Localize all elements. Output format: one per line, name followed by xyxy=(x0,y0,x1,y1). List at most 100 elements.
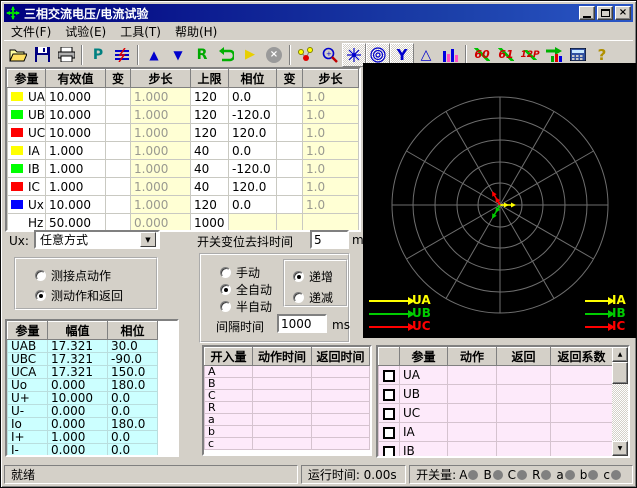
var2-cell[interactable] xyxy=(277,124,303,142)
undo-button[interactable] xyxy=(214,43,238,67)
radio-contact-action[interactable]: 测接点动作 xyxy=(35,267,111,284)
limit-cell[interactable]: 40 xyxy=(191,178,229,196)
rms-cell[interactable]: 10.000 xyxy=(46,196,106,214)
rms-cell[interactable]: 1.000 xyxy=(46,160,106,178)
limit-cell[interactable]: 120 xyxy=(191,196,229,214)
chevron-down-icon[interactable]: ▼ xyxy=(140,232,156,247)
ux-select-value: 任意方式 xyxy=(38,231,140,248)
scroll-thumb[interactable] xyxy=(612,362,628,384)
rms-cell[interactable]: 1.000 xyxy=(46,142,106,160)
step-up-button[interactable]: ▲ xyxy=(142,43,166,67)
close-button[interactable]: × xyxy=(615,6,631,20)
limit-cell[interactable]: 120 xyxy=(191,124,229,142)
radio-manual[interactable]: 手动 xyxy=(220,264,260,281)
start-button[interactable]: ▶ xyxy=(238,43,262,67)
switch-indicator-a xyxy=(468,470,478,480)
menu-tools[interactable]: 工具(T) xyxy=(113,22,168,41)
switch-indicator-c2 xyxy=(611,470,621,480)
var2-cell[interactable] xyxy=(277,88,303,106)
maximize-button[interactable] xyxy=(597,6,613,20)
vertical-scrollbar[interactable]: ▲ ▼ xyxy=(612,347,628,456)
step-down-button[interactable]: ▼ xyxy=(166,43,190,67)
minimize-button[interactable] xyxy=(579,6,595,20)
phase-cell[interactable]: 120.0 xyxy=(229,124,277,142)
col-step: 步长 xyxy=(131,70,191,88)
interval-input[interactable] xyxy=(277,314,327,333)
arrow-icon xyxy=(369,313,409,315)
rays-icon xyxy=(346,47,362,63)
limit-cell[interactable]: 1000 xyxy=(191,214,229,232)
limit-cell[interactable]: 120 xyxy=(191,88,229,106)
app-window: 三相交流电压/电流试验 × 文件(F) 试验(E) 工具(T) 帮助(H) P … xyxy=(0,0,637,488)
checkbox[interactable] xyxy=(383,389,395,401)
var-cell[interactable] xyxy=(106,124,131,142)
phase-cell[interactable]: 0.0 xyxy=(229,142,277,160)
radio-action-return[interactable]: 测动作和返回 xyxy=(35,287,123,304)
app-icon xyxy=(6,6,20,20)
limit-cell[interactable]: 40 xyxy=(191,160,229,178)
var2-cell[interactable] xyxy=(277,178,303,196)
rms-cell[interactable]: 10.000 xyxy=(46,106,106,124)
ux-select[interactable]: 任意方式 ▼ xyxy=(34,230,160,249)
radio-increase[interactable]: 递增 xyxy=(293,268,333,285)
radio-icon xyxy=(220,301,231,312)
menu-file[interactable]: 文件(F) xyxy=(4,22,58,41)
limit-cell[interactable]: 120 xyxy=(191,106,229,124)
checkbox[interactable] xyxy=(383,446,395,458)
phase-cell[interactable]: -120.0 xyxy=(229,106,277,124)
var2-cell[interactable] xyxy=(277,196,303,214)
return-time-cell xyxy=(312,366,370,378)
var-cell[interactable] xyxy=(106,178,131,196)
var2-cell[interactable] xyxy=(277,106,303,124)
open-button[interactable] xyxy=(6,43,30,67)
var-cell[interactable] xyxy=(106,142,131,160)
checkbox[interactable] xyxy=(383,408,395,420)
color-swatch xyxy=(11,128,23,137)
interval-label: 间隔时间 xyxy=(216,318,264,335)
var-cell[interactable] xyxy=(106,106,131,124)
rms-cell[interactable]: 10.000 xyxy=(46,124,106,142)
rms-cell[interactable]: 1.000 xyxy=(46,178,106,196)
61-icon: 61 xyxy=(498,48,513,61)
stop-button[interactable]: × xyxy=(262,43,286,67)
phase-cell[interactable]: 0.0 xyxy=(229,88,277,106)
param-settings-button[interactable]: P xyxy=(86,43,110,67)
phase-cell[interactable]: 0.0 xyxy=(229,196,277,214)
menu-help[interactable]: 帮助(H) xyxy=(168,22,224,41)
radio-decrease[interactable]: 递减 xyxy=(293,289,333,306)
col-phase: 相位 xyxy=(229,70,277,88)
scroll-down-button[interactable]: ▼ xyxy=(612,441,628,456)
pstep-cell: 1.0 xyxy=(303,106,359,124)
phase-seq-button[interactable] xyxy=(110,43,134,67)
limit-cell[interactable]: 40 xyxy=(191,142,229,160)
print-button[interactable] xyxy=(54,43,78,67)
phase-cell[interactable]: -120.0 xyxy=(229,160,277,178)
var-cell[interactable] xyxy=(106,160,131,178)
var-cell[interactable] xyxy=(106,214,131,232)
checkbox[interactable] xyxy=(383,370,395,382)
status-switches: 开关量: A B C R a b c xyxy=(409,465,633,484)
save-button[interactable] xyxy=(30,43,54,67)
var2-cell[interactable] xyxy=(277,142,303,160)
zoom-button[interactable]: + xyxy=(318,43,342,67)
radio-full-auto[interactable]: 全自动 xyxy=(220,281,272,298)
legend-ub: UB xyxy=(369,308,431,319)
rms-cell[interactable]: 10.000 xyxy=(46,88,106,106)
var-cell[interactable] xyxy=(106,88,131,106)
rms-cell[interactable]: 50.000 xyxy=(46,214,106,232)
vector-diagram-button[interactable] xyxy=(294,43,318,67)
checkbox[interactable] xyxy=(383,427,395,439)
measure-row: I-0.0000.0 xyxy=(8,444,158,457)
var2-cell[interactable] xyxy=(277,160,303,178)
phase-cell[interactable]: 120.0 xyxy=(229,178,277,196)
debounce-input[interactable] xyxy=(310,230,349,249)
toolbar-separator xyxy=(289,45,291,65)
input-row: R xyxy=(205,402,370,414)
menu-test[interactable]: 试验(E) xyxy=(58,22,113,41)
var-cell[interactable] xyxy=(106,196,131,214)
reset-button[interactable]: R xyxy=(190,43,214,67)
undo-arrow-icon xyxy=(218,47,234,62)
scroll-up-button[interactable]: ▲ xyxy=(612,347,628,362)
pstep-cell: 1.0 xyxy=(303,142,359,160)
radio-semi-auto[interactable]: 半自动 xyxy=(220,298,272,315)
